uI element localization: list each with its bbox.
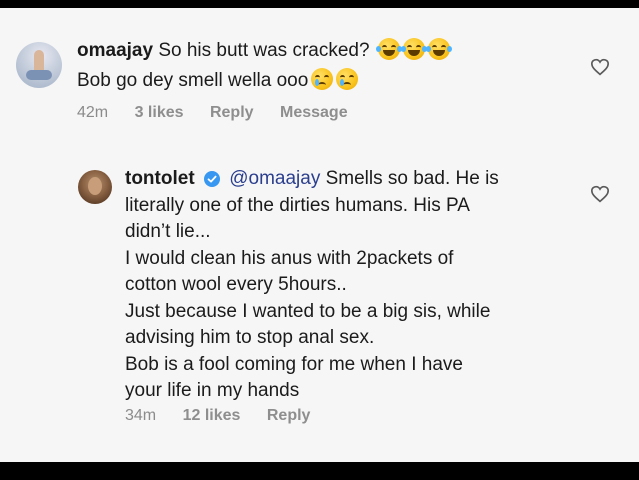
likes-count[interactable]: 12 likes <box>183 406 241 426</box>
comment-text: advising him to stop anal sex. <box>125 327 375 348</box>
likes-count[interactable]: 3 likes <box>135 103 184 123</box>
heart-icon[interactable] <box>590 185 610 203</box>
comment-meta: 42m 3 likes Reply Message <box>77 103 370 123</box>
crying-face-emoji-icon <box>336 68 359 90</box>
comment-text: your life in my hands <box>125 380 300 401</box>
laughing-with-tears-emoji-icon <box>425 38 452 60</box>
heart-icon[interactable] <box>590 58 610 76</box>
comment-text: didn’t lie... <box>125 221 211 242</box>
avatar[interactable] <box>16 42 62 88</box>
reply-button[interactable]: Reply <box>210 103 254 123</box>
comment-username[interactable]: omaajay <box>77 40 153 61</box>
comment-line: omaajay So his butt was cracked? <box>77 38 452 63</box>
comment-text: cotton wool every 5hours.. <box>125 274 347 295</box>
comment-text: Bob go dey smell wella ooo <box>77 70 309 91</box>
message-button[interactable]: Message <box>280 103 348 123</box>
reply-button[interactable]: Reply <box>267 406 311 426</box>
comment-time: 34m <box>125 407 157 424</box>
comment-meta: 34m 12 likes Reply <box>125 406 332 426</box>
crying-face-emoji-icon <box>311 68 334 90</box>
comment-text: Smells so bad. He is <box>325 168 499 189</box>
comment-line: Bob go dey smell wella ooo <box>77 68 359 93</box>
verified-badge-icon <box>203 171 220 187</box>
laughing-with-tears-emoji-icon <box>400 38 427 60</box>
avatar[interactable] <box>78 170 112 204</box>
comment-line: tontolet @omaajay Smells so bad. He is <box>125 167 499 191</box>
mention-link[interactable]: @omaajay <box>229 168 320 189</box>
comment-time: 42m <box>77 104 109 121</box>
comment-text: So his butt was cracked? <box>158 40 370 61</box>
laughing-with-tears-emoji-icon <box>375 38 402 60</box>
comments-screen: omaajay So his butt was cracked? Bob go … <box>0 8 639 462</box>
comment-text: Just because I wanted to be a big sis, w… <box>125 301 491 322</box>
comment-username[interactable]: tontolet <box>125 168 195 189</box>
comment-text: literally one of the dirties humans. His… <box>125 195 470 216</box>
comment-text: Bob is a fool coming for me when I have <box>125 354 463 375</box>
comment-text: I would clean his anus with 2packets of <box>125 248 454 269</box>
